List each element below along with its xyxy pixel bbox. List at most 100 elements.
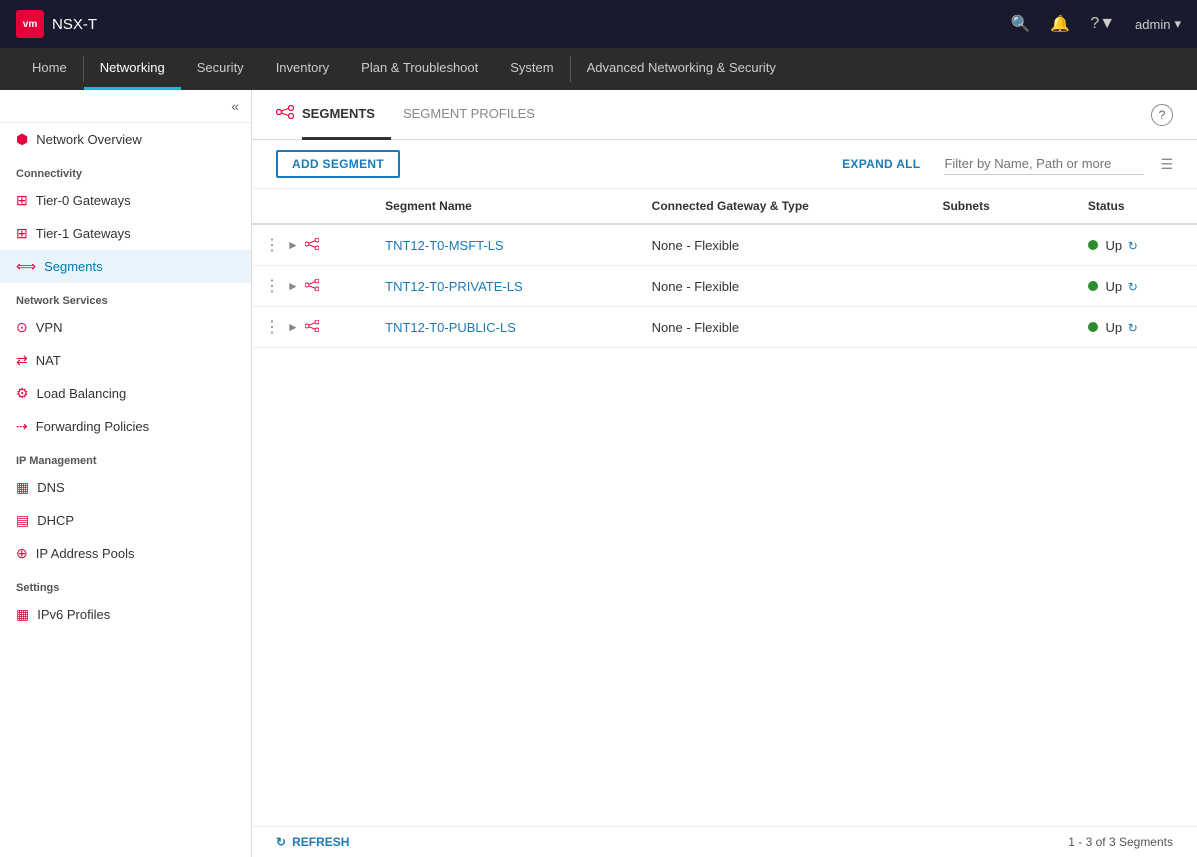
segments-icon: ⟺: [16, 258, 36, 275]
tab-segment-profiles[interactable]: SEGMENT PROFILES: [403, 90, 551, 140]
col-header-status: Status: [1076, 189, 1197, 224]
row2-actions: ⋮ ►: [264, 276, 361, 296]
toolbar: ADD SEGMENT EXPAND ALL ☰: [252, 140, 1197, 189]
app-title: NSX-T: [52, 16, 97, 33]
row1-actions-cell: ⋮ ►: [252, 224, 373, 266]
row1-status-cell: Up ↻: [1076, 224, 1197, 266]
vpn-icon: ⊙: [16, 319, 28, 336]
sidebar-item-network-overview[interactable]: ⬢ Network Overview: [0, 123, 251, 156]
row2-status-refresh[interactable]: ↻: [1128, 280, 1138, 294]
sidebar-section-network-services: Network Services: [0, 283, 251, 311]
sidebar-item-ip-address-pools[interactable]: ⊕ IP Address Pools: [0, 537, 251, 570]
row3-status-dot: [1088, 322, 1098, 332]
sidebar-item-label: NAT: [36, 353, 61, 368]
ip-pools-icon: ⊕: [16, 545, 28, 562]
sidebar-item-label: Tier-1 Gateways: [36, 226, 131, 241]
row2-status-cell: Up ↻: [1076, 266, 1197, 307]
sidebar-item-ipv6-profiles[interactable]: ▦ IPv6 Profiles: [0, 598, 251, 631]
sidebar-item-label: Forwarding Policies: [36, 419, 149, 434]
sidebar-item-tier0-gateways[interactable]: ⊞ Tier-0 Gateways: [0, 184, 251, 217]
help-icon[interactable]: ?▼: [1090, 15, 1115, 33]
refresh-button[interactable]: ↻ REFRESH: [276, 835, 349, 849]
sidebar-item-label: Network Overview: [36, 132, 141, 147]
user-label: admin: [1135, 17, 1170, 32]
app-logo: vm NSX-T: [16, 10, 97, 38]
sidebar-section-connectivity: Connectivity: [0, 156, 251, 184]
row1-status-dot: [1088, 240, 1098, 250]
col-header-name: Segment Name: [373, 189, 640, 224]
ipv6-icon: ▦: [16, 606, 29, 623]
tab-segments-icon: [276, 105, 294, 124]
sidebar-item-label: VPN: [36, 320, 63, 335]
nav-advanced[interactable]: Advanced Networking & Security: [571, 48, 792, 90]
search-icon[interactable]: 🔍: [1010, 14, 1030, 34]
vm-logo-icon: vm: [16, 10, 44, 38]
fp-icon: ⇢: [16, 418, 28, 435]
sidebar-item-segments[interactable]: ⟺ Segments: [0, 250, 251, 283]
row3-status-label: Up: [1105, 320, 1122, 335]
filter-icon[interactable]: ☰: [1160, 156, 1173, 173]
sidebar-item-tier1-gateways[interactable]: ⊞ Tier-1 Gateways: [0, 217, 251, 250]
row3-status-refresh[interactable]: ↻: [1128, 321, 1138, 335]
row2-subnets-cell: [930, 266, 1075, 307]
row1-subnets-cell: [930, 224, 1075, 266]
row2-dots-menu[interactable]: ⋮: [264, 276, 281, 296]
sidebar-item-forwarding-policies[interactable]: ⇢ Forwarding Policies: [0, 410, 251, 443]
tier0-icon: ⊞: [16, 192, 28, 209]
row2-status-label: Up: [1105, 279, 1122, 294]
user-menu[interactable]: admin ▾: [1135, 16, 1181, 32]
table-row: ⋮ ►: [252, 266, 1197, 307]
table-row: ⋮ ►: [252, 307, 1197, 348]
add-segment-button[interactable]: ADD SEGMENT: [276, 150, 400, 178]
table-footer: ↻ REFRESH 1 - 3 of 3 Segments: [252, 826, 1197, 857]
sidebar-item-nat[interactable]: ⇄ NAT: [0, 344, 251, 377]
col-header-actions: [252, 189, 373, 224]
row1-status-refresh[interactable]: ↻: [1128, 239, 1138, 253]
navbar: Home Networking Security Inventory Plan …: [0, 48, 1197, 90]
nav-inventory[interactable]: Inventory: [260, 48, 345, 90]
nav-plan[interactable]: Plan & Troubleshoot: [345, 48, 494, 90]
row2-gateway-cell: None - Flexible: [640, 266, 931, 307]
nav-home[interactable]: Home: [16, 48, 83, 90]
row1-segment-name-link[interactable]: TNT12-T0-MSFT-LS: [385, 238, 503, 253]
nav-security[interactable]: Security: [181, 48, 260, 90]
row3-status-cell: Up ↻: [1076, 307, 1197, 348]
nav-networking[interactable]: Networking: [84, 48, 181, 90]
row3-segment-name-link[interactable]: TNT12-T0-PUBLIC-LS: [385, 320, 516, 335]
nav-system[interactable]: System: [494, 48, 569, 90]
tab-segments[interactable]: SEGMENTS: [302, 90, 391, 140]
sidebar-item-dhcp[interactable]: ▤ DHCP: [0, 504, 251, 537]
filter-input[interactable]: [944, 153, 1144, 175]
row2-actions-cell: ⋮ ►: [252, 266, 373, 307]
row1-expand-chevron[interactable]: ►: [287, 238, 299, 252]
table-header-row: Segment Name Connected Gateway & Type Su…: [252, 189, 1197, 224]
row3-actions-cell: ⋮ ►: [252, 307, 373, 348]
row1-dots-menu[interactable]: ⋮: [264, 235, 281, 255]
row2-segment-icon: [305, 278, 319, 294]
row3-dots-menu[interactable]: ⋮: [264, 317, 281, 337]
page-info: 1 - 3 of 3 Segments: [1068, 835, 1173, 849]
row3-actions: ⋮ ►: [264, 317, 361, 337]
row3-expand-chevron[interactable]: ►: [287, 320, 299, 334]
row3-subnets-cell: [930, 307, 1075, 348]
row3-name-cell: TNT12-T0-PUBLIC-LS: [373, 307, 640, 348]
row1-name-cell: TNT12-T0-MSFT-LS: [373, 224, 640, 266]
bell-icon[interactable]: 🔔: [1050, 14, 1070, 34]
network-overview-icon: ⬢: [16, 131, 28, 148]
sidebar-item-label: DNS: [37, 480, 64, 495]
row2-expand-chevron[interactable]: ►: [287, 279, 299, 293]
sidebar-item-vpn[interactable]: ⊙ VPN: [0, 311, 251, 344]
sidebar-item-label: Tier-0 Gateways: [36, 193, 131, 208]
refresh-label: REFRESH: [292, 835, 349, 849]
row2-segment-name-link[interactable]: TNT12-T0-PRIVATE-LS: [385, 279, 522, 294]
sidebar-collapse-button[interactable]: «: [231, 98, 239, 114]
sidebar-item-load-balancing[interactable]: ⚙ Load Balancing: [0, 377, 251, 410]
sidebar-item-label: DHCP: [37, 513, 74, 528]
expand-all-button[interactable]: EXPAND ALL: [842, 157, 920, 171]
help-button[interactable]: ?: [1151, 104, 1173, 126]
dhcp-icon: ▤: [16, 512, 29, 529]
topbar: vm NSX-T 🔍 🔔 ?▼ admin ▾: [0, 0, 1197, 48]
sidebar-item-dns[interactable]: ▦ DNS: [0, 471, 251, 504]
segments-table: Segment Name Connected Gateway & Type Su…: [252, 189, 1197, 348]
segments-table-wrapper: Segment Name Connected Gateway & Type Su…: [252, 189, 1197, 826]
